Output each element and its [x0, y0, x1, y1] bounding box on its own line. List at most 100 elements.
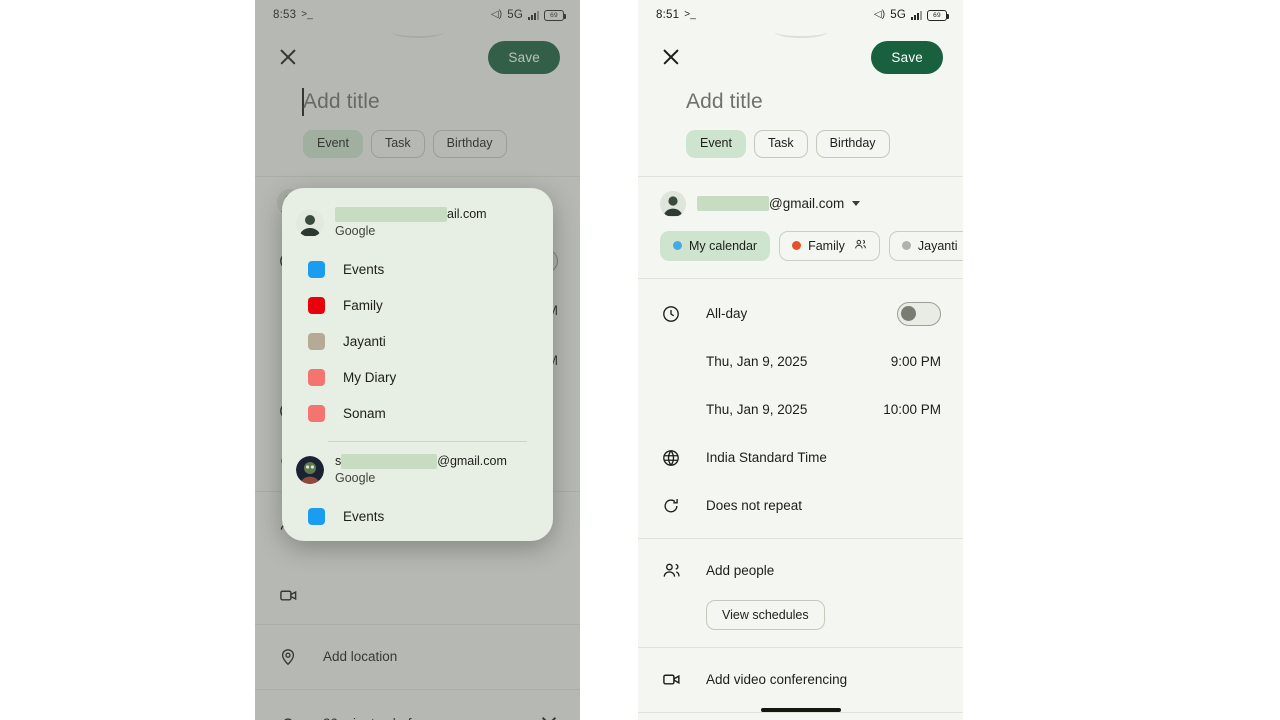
right-end-row[interactable]: Thu, Jan 9, 2025 10:00 PM: [638, 392, 963, 428]
dialog-account-2: s @gmail.com Google: [282, 451, 553, 487]
video-icon: [660, 669, 682, 691]
globe-icon: [660, 447, 682, 469]
dialog-calendar-events-1[interactable]: Events: [282, 252, 553, 288]
dialog-calendar-label: Events: [343, 262, 385, 278]
calendar-color-swatch: [308, 297, 325, 315]
avatar: [296, 208, 324, 237]
dialog-calendar-label: Sonam: [343, 406, 386, 422]
close-icon[interactable]: [660, 46, 682, 68]
calendar-chip-label: Family: [808, 238, 845, 253]
left-title-field[interactable]: Add title: [255, 84, 580, 116]
right-view-schedules-row: View schedules: [638, 597, 963, 633]
signal-bars-icon: [911, 10, 922, 20]
calendar-chip-family[interactable]: Family: [779, 230, 880, 261]
right-account-email: @gmail.com: [697, 196, 861, 212]
right-timezone-label: India Standard Time: [706, 450, 827, 466]
dialog-account-1-email: ail.com: [335, 206, 487, 223]
close-icon[interactable]: [277, 46, 299, 68]
type-chip-event[interactable]: Event: [303, 130, 363, 158]
right-video-row[interactable]: Add video conferencing: [638, 662, 963, 698]
right-repeat-label: Does not repeat: [706, 498, 803, 514]
calendar-color-swatch: [308, 333, 325, 351]
left-notification-label: 30 minutes before: [323, 716, 540, 720]
calendar-color-dot: [901, 241, 911, 251]
battery-icon: 69: [927, 9, 949, 21]
allday-toggle[interactable]: [897, 301, 941, 326]
right-account-row[interactable]: @gmail.com: [638, 177, 963, 217]
right-end-time[interactable]: 10:00 PM: [883, 402, 941, 417]
title-placeholder: Add title: [303, 90, 380, 113]
left-notification-row[interactable]: 30 minutes before: [255, 706, 580, 720]
right-end-date[interactable]: Thu, Jan 9, 2025: [706, 402, 883, 417]
type-chip-birthday[interactable]: Birthday: [815, 130, 890, 158]
calendar-chip-my-calendar[interactable]: My calendar: [660, 230, 771, 261]
calendar-color-swatch: [308, 369, 325, 387]
right-start-date[interactable]: Thu, Jan 9, 2025: [706, 354, 891, 369]
status-indicator-icon: >_: [684, 9, 696, 20]
type-chip-birthday[interactable]: Birthday: [432, 130, 507, 158]
dialog-calendar-family[interactable]: Family: [282, 288, 553, 324]
right-start-row[interactable]: Thu, Jan 9, 2025 9:00 PM: [638, 344, 963, 380]
dialog-account-2-email: s @gmail.com: [335, 453, 507, 470]
dialog-account-2-provider: Google: [335, 470, 376, 485]
right-type-chip-group: Event Task Birthday: [638, 114, 963, 158]
calendar-color-dot: [792, 241, 802, 251]
chevron-down-icon[interactable]: [852, 201, 861, 207]
view-schedules-button[interactable]: View schedules: [706, 599, 825, 630]
right-repeat-row[interactable]: Does not repeat: [638, 488, 963, 524]
type-chip-task[interactable]: Task: [370, 130, 425, 158]
right-title-field[interactable]: Add title: [638, 84, 963, 114]
status-indicator-icon: >_: [301, 9, 313, 20]
divider: [255, 623, 580, 625]
type-chip-task[interactable]: Task: [753, 130, 808, 158]
left-location-row[interactable]: Add location: [255, 639, 580, 675]
divider: [638, 277, 963, 279]
type-chip-event[interactable]: Event: [686, 130, 746, 158]
right-account-email-visible: @gmail.com: [769, 196, 845, 212]
dialog-account-1: ail.com Google: [282, 188, 553, 240]
right-app-bar: Save: [638, 30, 963, 84]
dialog-calendar-label: Family: [343, 298, 383, 314]
calendar-chip-jayanti[interactable]: Jayanti: [888, 230, 963, 261]
title-placeholder: Add title: [686, 90, 763, 113]
divider: [638, 537, 963, 539]
save-button[interactable]: Save: [871, 40, 943, 74]
notch-swoosh: [391, 26, 444, 38]
dialog-calendar-sonam[interactable]: Sonam: [282, 396, 553, 432]
left-video-row[interactable]: [255, 578, 580, 614]
calendar-chip-label: My calendar: [689, 238, 758, 253]
dialog-calendar-events-2[interactable]: Events: [282, 499, 553, 535]
gesture-navigation-bar[interactable]: [760, 708, 841, 712]
redacted-email-bar: [697, 196, 769, 212]
avatar: [660, 190, 686, 217]
save-button[interactable]: Save: [488, 40, 560, 74]
people-icon: [660, 560, 682, 582]
repeat-icon: [660, 495, 682, 517]
right-people-label: Add people: [706, 563, 775, 579]
dialog-calendar-label: Jayanti: [343, 334, 386, 350]
dialog-calendar-jayanti[interactable]: Jayanti: [282, 324, 553, 360]
redacted-email-bar: [335, 206, 447, 222]
status-time: 8:51: [656, 9, 680, 21]
dialog-calendar-my-diary[interactable]: My Diary: [282, 360, 553, 396]
right-allday-row[interactable]: All-day: [638, 296, 963, 332]
calendar-picker-dialog[interactable]: ail.com Google Events Family Jayanti My …: [282, 188, 553, 541]
remove-notification-icon[interactable]: [540, 715, 558, 720]
bell-icon: [277, 713, 299, 720]
right-people-row[interactable]: Add people: [638, 553, 963, 589]
shared-group-icon: [854, 238, 867, 254]
left-type-chip-group: Event Task Birthday: [255, 114, 580, 158]
volume-icon: ◁): [490, 9, 503, 20]
pin-icon: [277, 646, 299, 668]
screenshot-stage: 8:53 >_ ◁) 5G 69 Save Add title Event Ta…: [0, 0, 1280, 720]
clock-icon: [660, 303, 682, 325]
dialog-calendar-label: My Diary: [343, 370, 397, 386]
right-timezone-row[interactable]: India Standard Time: [638, 440, 963, 476]
dialog-divider: [328, 440, 527, 442]
dialog-account-1-provider: Google: [335, 223, 376, 238]
left-location-label: Add location: [323, 649, 398, 665]
status-network: 5G: [890, 9, 906, 21]
right-start-time[interactable]: 9:00 PM: [891, 354, 941, 369]
calendar-color-swatch: [308, 405, 325, 423]
right-phone-screen: 8:51 >_ ◁) 5G 69 Save Add title Event Ta…: [638, 0, 963, 720]
